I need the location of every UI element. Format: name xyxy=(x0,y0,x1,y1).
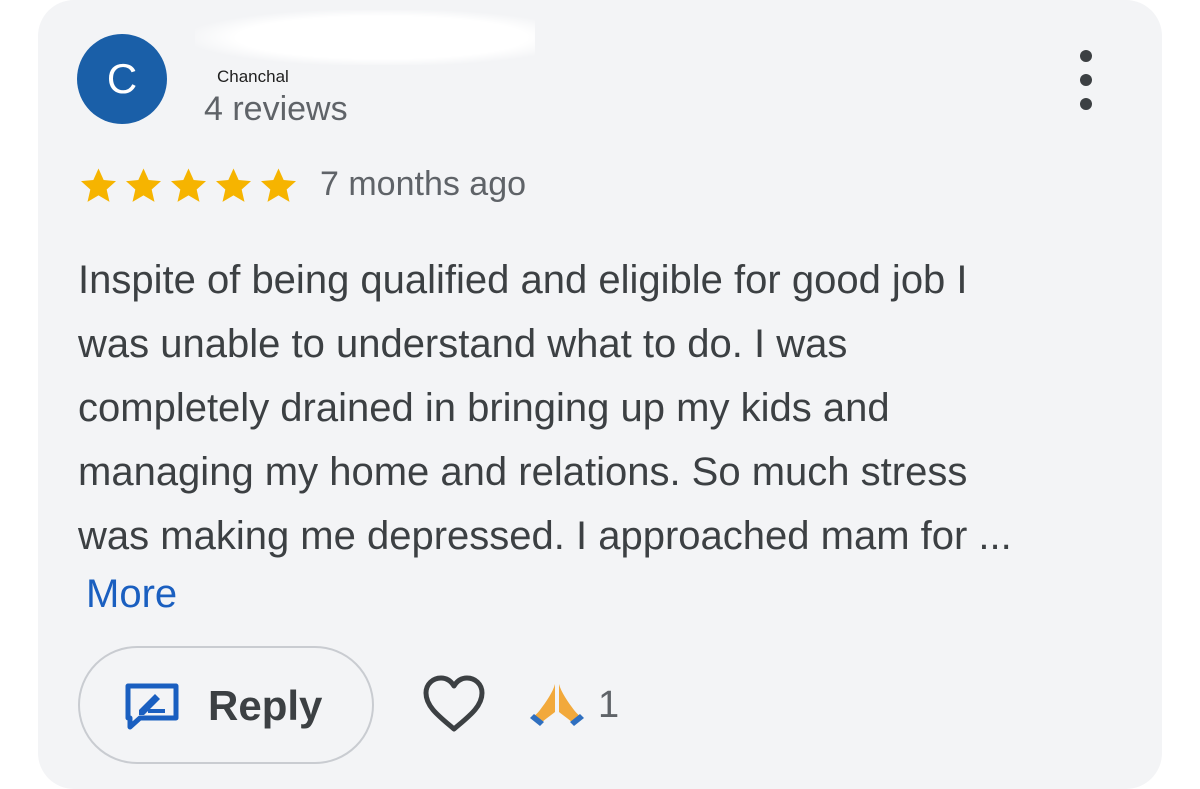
reply-edit-icon xyxy=(125,683,179,730)
redacted-area xyxy=(195,10,535,65)
review-line: was making me depressed. I approached ma… xyxy=(78,514,1012,558)
reviewer-review-count: 4 reviews xyxy=(204,90,348,128)
folded-hands-emoji[interactable] xyxy=(528,680,586,728)
review-text: Inspite of being qualified and eligible … xyxy=(78,248,1138,568)
review-line: completely drained in bringing up my kid… xyxy=(78,386,890,430)
review-line: was unable to understand what to do. I w… xyxy=(78,322,848,366)
menu-dot xyxy=(1080,74,1092,86)
star-icon xyxy=(261,168,296,202)
star-icon xyxy=(216,168,251,202)
menu-dot xyxy=(1080,98,1092,110)
reply-label: Reply xyxy=(208,682,323,729)
reviewer-avatar[interactable]: C xyxy=(77,34,167,124)
review-time: 7 months ago xyxy=(320,165,527,203)
reaction-count: 1 xyxy=(598,684,620,726)
heart-outline-icon[interactable] xyxy=(420,673,488,735)
review-line: managing my home and relations. So much … xyxy=(78,450,968,494)
star-rating xyxy=(78,166,299,206)
reviewer-name[interactable]: Chanchal xyxy=(217,67,289,87)
review-line: Inspite of being qualified and eligible … xyxy=(78,258,968,302)
more-link[interactable]: More xyxy=(86,572,177,617)
more-vert-icon[interactable] xyxy=(1074,50,1098,110)
star-icon xyxy=(81,168,116,202)
menu-dot xyxy=(1080,50,1092,62)
avatar-letter: C xyxy=(106,55,138,102)
star-icon xyxy=(171,168,206,202)
reply-button[interactable]: Reply xyxy=(78,646,374,764)
star-icon xyxy=(126,168,161,202)
